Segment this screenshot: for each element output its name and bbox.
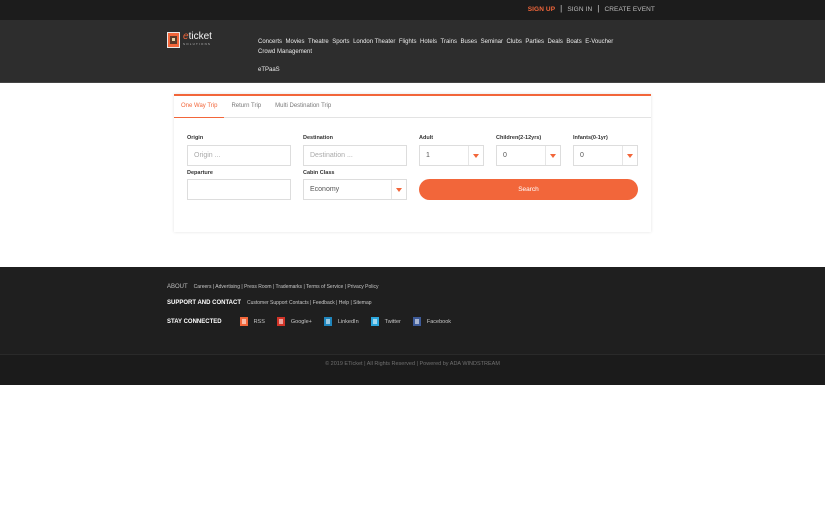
copyright-bar: © 2019 ETicket | All Rights Reserved | P… [0,354,825,385]
footer-support-row: SUPPORT AND CONTACT Customer Support Con… [167,300,372,306]
separator: | [597,4,600,13]
rss-icon [239,317,248,326]
footer-about-row: ABOUT Careers | Advertising | Press Room… [167,284,378,290]
facebook-link[interactable]: Facebook [412,317,451,326]
twitter-icon [370,317,379,326]
support-heading: SUPPORT AND CONTACT [167,300,241,306]
ticket-logo-icon [167,32,180,48]
children-label: Children(2-12yrs) [496,135,542,141]
children-select[interactable]: 0 [496,145,561,166]
google-plus-icon [276,317,285,326]
nav-item-trains[interactable]: Trains [441,37,457,47]
top-bar: SIGN UP | SIGN IN | CREATE EVENT [0,0,825,20]
social-heading: STAY CONNECTED [167,318,222,325]
adult-select[interactable]: 1 [419,145,484,166]
cabin-class-label: Cabin Class [303,170,335,176]
site-logo[interactable]: eticket SOLUTIONS [167,32,212,48]
sign-up-link[interactable]: SIGN UP [528,6,555,13]
nav-item-deals[interactable]: Deals [548,37,563,47]
google-plus-link[interactable]: Google+ [276,317,312,326]
chevron-down-icon [545,146,560,165]
nav-item-london-theater[interactable]: London Theater [353,37,395,47]
destination-label: Destination [303,135,333,141]
linkedin-icon [323,317,332,326]
infants-select[interactable]: 0 [573,145,638,166]
nav-item-theatre[interactable]: Theatre [308,37,329,47]
nav-item-parties[interactable]: Parties [525,37,544,47]
nav-item-boats[interactable]: Boats [566,37,581,47]
tab-multi-destination-trip[interactable]: Multi Destination Trip [268,96,338,118]
cabin-class-value: Economy [310,186,340,193]
support-links[interactable]: Customer Support Contacts | Feedback | H… [247,300,372,306]
site-header: eticket SOLUTIONS Concerts Movies Theatr… [0,20,825,83]
account-links: SIGN UP | SIGN IN | CREATE EVENT [528,5,655,13]
infants-value: 0 [580,152,584,159]
tab-one-way-trip[interactable]: One Way Trip [174,96,225,118]
nav-item-e-voucher[interactable]: E-Voucher [585,37,613,47]
chevron-down-icon [622,146,637,165]
trip-search-panel: One Way Trip Return Trip Multi Destinati… [174,94,651,232]
twitter-link[interactable]: Twitter [370,317,401,326]
linkedin-link[interactable]: LinkedIn [323,317,359,326]
sign-in-link[interactable]: SIGN IN [567,6,592,13]
main-nav: Concerts Movies Theatre Sports London Th… [258,37,668,75]
nav-item-hotels[interactable]: Hotels [420,37,437,47]
origin-label: Origin [187,135,204,141]
logo-tagline: SOLUTIONS [183,42,212,46]
rss-link[interactable]: RSS [239,317,265,326]
departure-date-input[interactable] [187,179,291,200]
tab-return-trip[interactable]: Return Trip [224,96,268,118]
facebook-icon [412,317,421,326]
nav-item-flights[interactable]: Flights [399,37,417,47]
site-footer: ABOUT Careers | Advertising | Press Room… [0,267,825,354]
nav-item-etpaas[interactable]: eTPaaS [258,65,668,75]
nav-item-buses[interactable]: Buses [460,37,477,47]
about-heading[interactable]: ABOUT [167,284,188,290]
search-button[interactable]: Search [419,179,638,200]
nav-item-sports[interactable]: Sports [332,37,349,47]
footer-social-row: STAY CONNECTED RSS Google+ LinkedIn Twit… [167,317,451,326]
destination-input[interactable]: Destination ... [303,145,407,166]
children-value: 0 [503,152,507,159]
separator: | [560,4,563,13]
nav-item-seminar[interactable]: Seminar [481,37,503,47]
cabin-class-select[interactable]: Economy [303,179,407,200]
nav-item-clubs[interactable]: Clubs [507,37,522,47]
trip-type-tabs: One Way Trip Return Trip Multi Destinati… [174,96,651,118]
nav-item-concerts[interactable]: Concerts [258,37,282,47]
chevron-down-icon [468,146,483,165]
nav-item-crowd-management[interactable]: Crowd Management [258,47,312,57]
adult-label: Adult [419,135,434,141]
origin-input[interactable]: Origin ... [187,145,291,166]
create-event-link[interactable]: CREATE EVENT [604,6,655,13]
chevron-down-icon [391,180,406,199]
infants-label: Infants(0-1yr) [573,135,608,141]
nav-item-movies[interactable]: Movies [286,37,305,47]
departure-label: Departure [187,170,213,176]
logo-wordmark: eticket [183,31,212,42]
adult-value: 1 [426,152,430,159]
about-links[interactable]: Careers | Advertising | Press Room | Tra… [194,284,379,290]
